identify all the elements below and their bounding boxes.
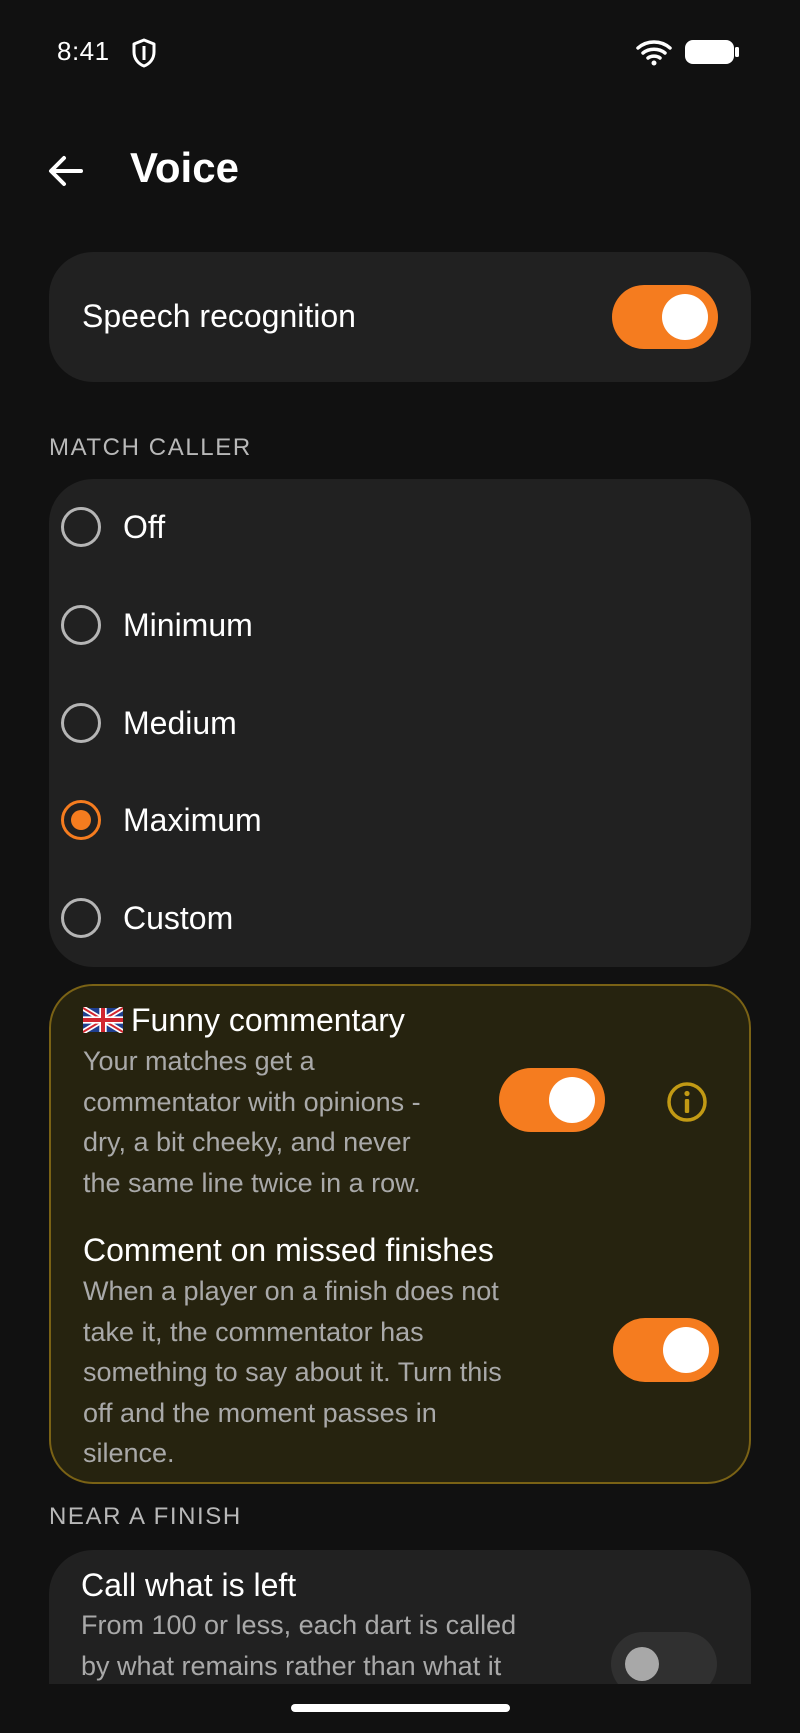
missed-finishes-toggle[interactable] — [613, 1318, 719, 1382]
radio-option-medium[interactable]: Medium — [49, 680, 751, 766]
description-line: silence. — [83, 1438, 175, 1468]
missed-finishes-description: When a player on a finish does not take … — [83, 1271, 502, 1474]
missed-finishes-title: Comment on missed finishes — [83, 1232, 494, 1268]
radio-button — [61, 703, 101, 743]
section-header-match-caller: MATCH CALLER — [49, 434, 252, 461]
radio-button-selected — [61, 800, 101, 840]
wifi-icon — [636, 40, 672, 66]
status-time: 8:41 — [57, 36, 110, 66]
home-indicator[interactable] — [291, 1704, 510, 1712]
status-bar: 8:41 — [0, 0, 800, 104]
page-title: Voice — [130, 144, 239, 191]
call-left-title: Call what is left — [81, 1567, 297, 1603]
toggle-knob — [662, 294, 708, 340]
radio-button — [61, 605, 101, 645]
description-line: something to say about it. Turn this — [83, 1357, 502, 1387]
uk-flag-icon — [83, 1007, 123, 1033]
back-button[interactable] — [40, 145, 92, 197]
info-icon[interactable] — [665, 1080, 709, 1124]
funny-commentary-title-row: Funny commentary — [83, 1002, 405, 1039]
radio-option-maximum[interactable]: Maximum — [49, 777, 751, 863]
commentary-card: Funny commentary Your matches get a comm… — [49, 984, 751, 1484]
match-caller-card: Off Minimum Medium Maximum Custom — [49, 479, 751, 967]
section-header-near-finish: NEAR A FINISH — [49, 1503, 242, 1530]
radio-label: Medium — [123, 704, 237, 741]
speech-recognition-label: Speech recognition — [82, 298, 356, 334]
arrow-left-icon — [49, 156, 83, 186]
description-line: From 100 or less, each dart is called — [81, 1610, 517, 1640]
toggle-knob — [625, 1647, 659, 1681]
radio-option-minimum[interactable]: Minimum — [49, 582, 751, 668]
description-line: by what remains rather than what it — [81, 1650, 502, 1681]
funny-commentary-toggle[interactable] — [499, 1068, 605, 1132]
description-line: commentator with opinions - — [83, 1086, 421, 1117]
description-line: dry, a bit cheeky, and never — [83, 1127, 411, 1157]
funny-commentary-description: Your matches get a commentator with opin… — [83, 1041, 421, 1203]
description-line: When a player on a finish does not — [83, 1276, 499, 1306]
radio-label: Minimum — [123, 606, 253, 643]
radio-label: Custom — [123, 899, 234, 936]
speech-recognition-toggle[interactable] — [612, 285, 718, 349]
app-bar: Voice — [0, 130, 800, 210]
speech-recognition-card: Speech recognition — [49, 252, 751, 382]
call-left-description: From 100 or less, each dart is called by… — [81, 1605, 516, 1686]
radio-label: Off — [123, 508, 166, 545]
description-line: the same line twice in a row. — [83, 1167, 421, 1198]
radio-label: Maximum — [123, 801, 262, 838]
radio-button — [61, 507, 101, 547]
toggle-knob — [663, 1327, 709, 1373]
toggle-knob — [549, 1077, 595, 1123]
shield-icon — [132, 38, 156, 68]
radio-option-off[interactable]: Off — [49, 484, 751, 570]
description-line: off and the moment passes in — [83, 1397, 437, 1428]
description-line: take it, the commentator has — [83, 1316, 424, 1347]
battery-icon — [685, 40, 739, 64]
funny-commentary-title: Funny commentary — [131, 1002, 405, 1038]
radio-button — [61, 898, 101, 938]
description-line: Your matches get a — [83, 1046, 315, 1076]
radio-option-custom[interactable]: Custom — [49, 875, 751, 961]
